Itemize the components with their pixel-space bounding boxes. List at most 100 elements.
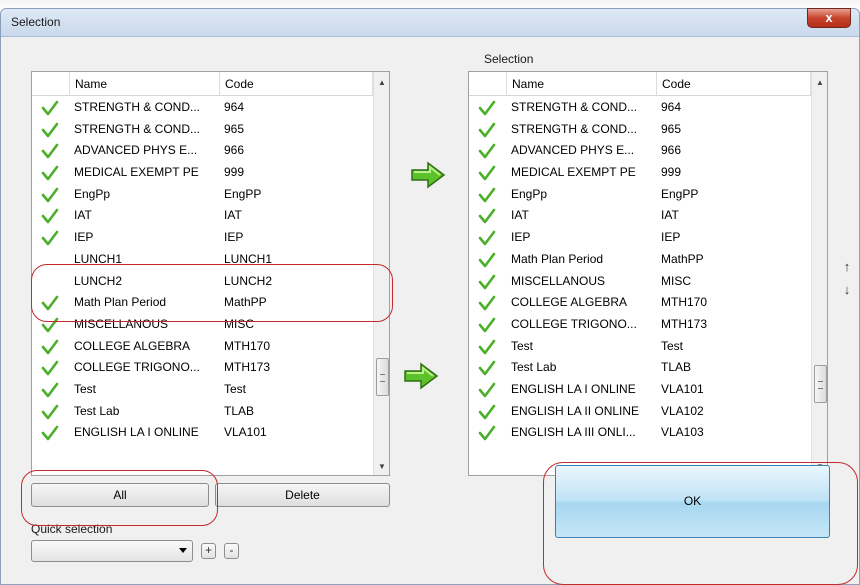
list-item[interactable]: STRENGTH & COND... 965 bbox=[469, 119, 811, 141]
item-name: ENGLISH LA I ONLINE bbox=[511, 381, 636, 396]
column-header-code[interactable]: Code bbox=[219, 72, 373, 96]
item-code: LUNCH1 bbox=[224, 251, 273, 266]
item-code: 966 bbox=[224, 143, 245, 158]
remove-quick-selection-button[interactable]: - bbox=[224, 543, 239, 559]
list-item[interactable]: STRENGTH & COND... 965 bbox=[32, 119, 373, 141]
list-item[interactable]: STRENGTH & COND... 964 bbox=[469, 97, 811, 119]
item-name: Test Lab bbox=[511, 360, 557, 375]
item-code: EngPP bbox=[661, 186, 699, 201]
item-name: LUNCH2 bbox=[74, 273, 123, 288]
list-item[interactable]: ENGLISH LA III ONLI... VLA103 bbox=[469, 422, 811, 444]
list-item[interactable]: EngPp EngPP bbox=[32, 184, 373, 206]
list-item[interactable]: IAT IAT bbox=[469, 205, 811, 227]
checkmark-icon bbox=[478, 295, 496, 311]
scroll-up-icon[interactable]: ▲ bbox=[374, 74, 389, 91]
list-item[interactable]: STRENGTH & COND... 964 bbox=[32, 97, 373, 119]
list-item[interactable]: Test Lab TLAB bbox=[469, 357, 811, 379]
move-up-icon[interactable]: ↑ bbox=[841, 259, 853, 274]
scroll-thumb[interactable] bbox=[376, 358, 389, 396]
selected-items-list[interactable]: Name Code STRENGTH & COND... 964 STRENGTH … bbox=[468, 71, 828, 476]
list-item[interactable]: IAT IAT bbox=[32, 205, 373, 227]
list-item[interactable]: ENGLISH LA II ONLINE VLA102 bbox=[469, 401, 811, 423]
checkmark-icon bbox=[478, 317, 496, 333]
available-items-list[interactable]: Name Code STRENGTH & COND... 964 STRENGTH … bbox=[31, 71, 390, 476]
close-button[interactable]: x bbox=[807, 8, 851, 28]
item-name: ENGLISH LA III ONLI... bbox=[511, 425, 636, 440]
scroll-up-icon[interactable]: ▲ bbox=[812, 74, 827, 91]
add-to-selection-arrow-icon[interactable] bbox=[410, 161, 446, 189]
left-list-rows: STRENGTH & COND... 964 STRENGTH & COND... 9… bbox=[32, 97, 373, 444]
list-item[interactable]: Math Plan Period MathPP bbox=[32, 292, 373, 314]
list-item[interactable]: MISCELLANOUS MISC bbox=[469, 271, 811, 293]
item-name: MISCELLANOUS bbox=[511, 273, 606, 288]
item-code: MISC bbox=[661, 273, 691, 288]
list-item[interactable]: ENGLISH LA I ONLINE VLA101 bbox=[32, 422, 373, 444]
checkmark-icon bbox=[478, 209, 496, 224]
checkmark-icon bbox=[478, 165, 496, 181]
list-item[interactable]: Math Plan Period MathPP bbox=[469, 249, 811, 271]
scroll-thumb[interactable] bbox=[814, 365, 827, 403]
list-item[interactable]: Test Test bbox=[469, 336, 811, 358]
list-item[interactable]: COLLEGE TRIGONO... MTH173 bbox=[469, 314, 811, 336]
item-code: 964 bbox=[661, 100, 682, 114]
quick-selection-dropdown[interactable] bbox=[31, 540, 193, 562]
delete-button[interactable]: Delete bbox=[215, 483, 390, 507]
item-name: COLLEGE TRIGONO... bbox=[74, 360, 200, 375]
checkmark-icon bbox=[478, 360, 496, 376]
item-name: COLLEGE ALGEBRA bbox=[511, 295, 628, 310]
item-name: LUNCH1 bbox=[74, 251, 123, 266]
list-item[interactable]: Test Test bbox=[32, 379, 373, 401]
column-header-name[interactable]: Name bbox=[69, 72, 219, 96]
list-item[interactable]: IEP IEP bbox=[469, 227, 811, 249]
list-item[interactable]: MEDICAL EXEMPT PE 999 bbox=[469, 162, 811, 184]
column-header-name[interactable]: Name bbox=[506, 72, 656, 96]
checkmark-icon bbox=[478, 100, 496, 116]
right-list-header: Name Code bbox=[469, 72, 811, 96]
list-item[interactable]: MISCELLANOUS MISC bbox=[32, 314, 373, 336]
checkmark-icon bbox=[478, 230, 496, 246]
item-name: MEDICAL EXEMPT PE bbox=[511, 165, 636, 180]
scroll-down-icon[interactable]: ▼ bbox=[374, 458, 389, 475]
column-header-code[interactable]: Code bbox=[656, 72, 811, 96]
item-name: STRENGTH & COND... bbox=[74, 121, 201, 136]
checkmark-icon bbox=[478, 122, 496, 137]
item-name: IAT bbox=[511, 208, 529, 223]
item-name: EngPp bbox=[511, 186, 548, 201]
ok-button[interactable]: OK bbox=[555, 465, 830, 538]
move-down-icon[interactable]: ↓ bbox=[841, 282, 853, 297]
item-name: Math Plan Period bbox=[511, 251, 604, 266]
item-name: COLLEGE TRIGONO... bbox=[511, 316, 637, 331]
list-item[interactable]: Test Lab TLAB bbox=[32, 401, 373, 423]
checkmark-icon bbox=[41, 165, 59, 181]
list-item[interactable]: LUNCH1 LUNCH1 bbox=[32, 249, 373, 271]
item-code: IAT bbox=[224, 208, 242, 223]
item-code: MTH170 bbox=[224, 338, 271, 353]
item-name: ENGLISH LA II ONLINE bbox=[511, 403, 640, 418]
list-item[interactable]: COLLEGE TRIGONO... MTH173 bbox=[32, 357, 373, 379]
item-code: 964 bbox=[224, 100, 245, 114]
list-item[interactable]: COLLEGE ALGEBRA MTH170 bbox=[469, 292, 811, 314]
item-name: STRENGTH & COND... bbox=[511, 121, 638, 136]
list-item[interactable]: IEP IEP bbox=[32, 227, 373, 249]
item-name: ENGLISH LA I ONLINE bbox=[74, 425, 199, 440]
list-item[interactable]: MEDICAL EXEMPT PE 999 bbox=[32, 162, 373, 184]
item-code: EngPP bbox=[224, 186, 262, 201]
list-item[interactable]: ADVANCED PHYS E... 966 bbox=[469, 140, 811, 162]
checkmark-icon bbox=[41, 404, 59, 419]
checkmark-icon bbox=[478, 339, 496, 354]
right-list-scrollbar[interactable]: ▲ ▼ bbox=[811, 72, 827, 475]
checkmark-icon bbox=[41, 100, 59, 116]
left-list-scrollbar[interactable]: ▲ ▼ bbox=[373, 72, 389, 475]
list-item[interactable]: EngPp EngPP bbox=[469, 184, 811, 206]
item-code: 965 bbox=[661, 121, 682, 136]
list-item[interactable]: ENGLISH LA I ONLINE VLA101 bbox=[469, 379, 811, 401]
list-item[interactable]: ADVANCED PHYS E... 966 bbox=[32, 140, 373, 162]
item-name: MISCELLANOUS bbox=[74, 316, 169, 331]
item-code: MathPP bbox=[661, 251, 704, 266]
all-button[interactable]: All bbox=[31, 483, 209, 507]
add-to-selection-arrow-icon[interactable] bbox=[403, 362, 439, 390]
list-item[interactable]: COLLEGE ALGEBRA MTH170 bbox=[32, 336, 373, 358]
add-quick-selection-button[interactable]: + bbox=[201, 543, 216, 559]
list-item[interactable]: LUNCH2 LUNCH2 bbox=[32, 271, 373, 293]
item-code: VLA101 bbox=[224, 425, 267, 440]
